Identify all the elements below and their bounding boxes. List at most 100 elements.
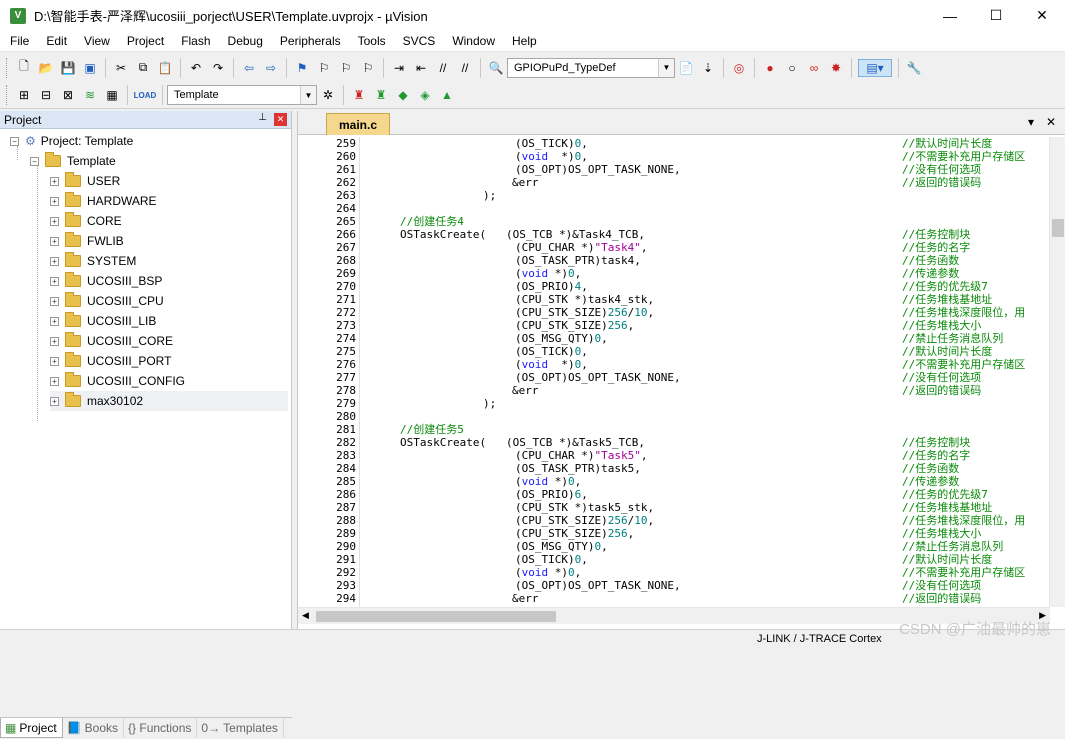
pin-icon[interactable]: ⊥ bbox=[258, 112, 267, 123]
tree-group-ucosiii-core[interactable]: + UCOSIII_CORE bbox=[50, 331, 173, 351]
menu-help[interactable]: Help bbox=[502, 34, 544, 48]
code-line[interactable]: 288 (CPU_STK_SIZE)256/10, //任务堆栈深度限位，用 bbox=[300, 514, 1048, 527]
uncomment-icon[interactable]: // bbox=[456, 59, 474, 77]
redo-icon[interactable]: ↷ bbox=[209, 59, 227, 77]
expand-icon[interactable]: + bbox=[50, 196, 59, 206]
code-line[interactable]: 286 (OS_PRIO)6, //任务的优先级7 bbox=[300, 488, 1048, 501]
code-line[interactable]: 266 OSTaskCreate( (OS_TCB *)&Task4_TCB, //… bbox=[300, 228, 1048, 241]
code-line[interactable]: 276 (void *)0, //不需要补充用户存储区 bbox=[300, 358, 1048, 371]
code-line[interactable]: 267 (CPU_CHAR *)"Task4", //任务的名字 bbox=[300, 241, 1048, 254]
expand-icon[interactable]: + bbox=[50, 336, 59, 346]
minimize-button[interactable]: — bbox=[927, 0, 973, 31]
scroll-left-icon[interactable]: ◀ bbox=[302, 610, 309, 621]
code-line[interactable]: 263); bbox=[300, 189, 1048, 202]
expand-icon[interactable]: + bbox=[50, 216, 59, 226]
tree-group-ucosiii-config[interactable]: + UCOSIII_CONFIG bbox=[50, 371, 185, 391]
new-file-icon[interactable]: 🗋 bbox=[15, 59, 33, 77]
target-combo[interactable]: Template ▼ bbox=[167, 85, 317, 105]
code-line[interactable]: 278 &err //返回的错误码 bbox=[300, 384, 1048, 397]
find-icon[interactable]: 📄 bbox=[677, 59, 695, 77]
maximize-button[interactable]: ☐ bbox=[973, 0, 1019, 31]
menu-tools[interactable]: Tools bbox=[348, 34, 393, 48]
code-line[interactable]: 273 (CPU_STK_SIZE)256, //任务堆栈大小 bbox=[300, 319, 1048, 332]
code-line[interactable]: 291 (OS_TICK)0, //默认时间片长度 bbox=[300, 553, 1048, 566]
save-all-icon[interactable]: ▣ bbox=[81, 59, 99, 77]
open-file-icon[interactable]: 📂 bbox=[37, 59, 55, 77]
configure-icon[interactable]: 🔧 bbox=[905, 59, 923, 77]
disable-all-breakpoints-icon[interactable]: ∞ bbox=[805, 59, 823, 77]
vertical-scrollbar[interactable] bbox=[1049, 137, 1065, 607]
vertical-scroll-thumb[interactable] bbox=[1052, 219, 1064, 237]
target-options-icon[interactable]: ✲ bbox=[319, 86, 337, 104]
code-line[interactable]: 285 (void *)0, //传递参数 bbox=[300, 475, 1048, 488]
menu-window[interactable]: Window bbox=[442, 34, 502, 48]
expand-icon[interactable]: + bbox=[50, 296, 59, 306]
tree-group-hardware[interactable]: + HARDWARE bbox=[50, 191, 157, 211]
navigate-back-icon[interactable]: ⇦ bbox=[240, 59, 258, 77]
code-line[interactable]: 268 (OS_TASK_PTR)task4, //任务函数 bbox=[300, 254, 1048, 267]
code-line[interactable]: 259 (OS_TICK)0, //默认时间片长度 bbox=[300, 137, 1048, 150]
collapse-icon[interactable]: − bbox=[10, 136, 19, 146]
expand-icon[interactable]: + bbox=[50, 316, 59, 326]
code-line[interactable]: 260 (void *)0, //不需要补充用户存储区 bbox=[300, 150, 1048, 163]
code-line[interactable]: 282 OSTaskCreate( (OS_TCB *)&Task5_TCB, //… bbox=[300, 436, 1048, 449]
toolbar-grip[interactable] bbox=[6, 85, 9, 105]
tree-group-ucosiii-lib[interactable]: + UCOSIII_LIB bbox=[50, 311, 156, 331]
next-bookmark-icon[interactable]: ⚐ bbox=[337, 59, 355, 77]
tab-templates[interactable]: 0→ Templates bbox=[197, 718, 284, 738]
pack-installer-icon[interactable]: ◆ bbox=[394, 86, 412, 104]
expand-icon[interactable]: + bbox=[50, 276, 59, 286]
copy-icon[interactable]: ⧉ bbox=[134, 59, 152, 77]
unindent-icon[interactable]: ⇤ bbox=[412, 59, 430, 77]
expand-icon[interactable]: + bbox=[50, 176, 59, 186]
tree-group-fwlib[interactable]: + FWLIB bbox=[50, 231, 124, 251]
tree-group-user[interactable]: + USER bbox=[50, 171, 120, 191]
menu-project[interactable]: Project bbox=[117, 34, 171, 48]
kill-all-breakpoints-icon[interactable]: ✸ bbox=[827, 59, 845, 77]
tree-group-ucosiii-bsp[interactable]: + UCOSIII_BSP bbox=[50, 271, 162, 291]
translate-icon[interactable]: ⊞ bbox=[15, 86, 33, 104]
navigate-forward-icon[interactable]: ⇨ bbox=[262, 59, 280, 77]
clear-bookmarks-icon[interactable]: ⚐ bbox=[359, 59, 377, 77]
code-line[interactable]: 270 (OS_PRIO)4, //任务的优先级7 bbox=[300, 280, 1048, 293]
code-line[interactable]: 262 &err //返回的错误码 bbox=[300, 176, 1048, 189]
tree-group-core[interactable]: + CORE bbox=[50, 211, 122, 231]
save-icon[interactable]: 💾 bbox=[59, 59, 77, 77]
paste-icon[interactable]: 📋 bbox=[156, 59, 174, 77]
menu-edit[interactable]: Edit bbox=[36, 34, 74, 48]
tree-group-ucosiii-cpu[interactable]: + UCOSIII_CPU bbox=[50, 291, 164, 311]
rebuild-icon[interactable]: ⊠ bbox=[59, 86, 77, 104]
load-download-icon[interactable]: LOAD bbox=[134, 86, 157, 104]
chevron-down-icon[interactable]: ▼ bbox=[658, 58, 674, 77]
build-icon[interactable]: ⊟ bbox=[37, 86, 55, 104]
batch-build-icon[interactable]: ≋ bbox=[81, 86, 99, 104]
menu-file[interactable]: File bbox=[0, 34, 36, 48]
code-line[interactable]: 277 (OS_OPT)OS_OPT_TASK_NONE, //没有任何选项 bbox=[300, 371, 1048, 384]
menu-svcs[interactable]: SVCS bbox=[393, 34, 443, 48]
tree-group-system[interactable]: + SYSTEM bbox=[50, 251, 136, 271]
menu-flash[interactable]: Flash bbox=[171, 34, 217, 48]
code-line[interactable]: 293 (OS_OPT)OS_OPT_TASK_NONE, //没有任何选项 bbox=[300, 579, 1048, 592]
expand-icon[interactable]: + bbox=[50, 256, 59, 266]
select-packs-icon[interactable]: ♜ bbox=[372, 86, 390, 104]
code-line[interactable]: 261 (OS_OPT)OS_OPT_TASK_NONE, //没有任何选项 bbox=[300, 163, 1048, 176]
close-icon[interactable]: ✕ bbox=[274, 113, 287, 126]
code-line[interactable]: 281 //创建任务5 bbox=[300, 423, 1048, 436]
code-line[interactable]: 284 (OS_TASK_PTR)task5, //任务函数 bbox=[300, 462, 1048, 475]
debug-session-icon[interactable]: ◎ bbox=[730, 59, 748, 77]
horizontal-scroll-thumb[interactable] bbox=[316, 611, 556, 622]
toolbar-grip[interactable] bbox=[6, 57, 9, 78]
code-line[interactable]: 275 (OS_TICK)0, //默认时间片长度 bbox=[300, 345, 1048, 358]
tab-project[interactable]: ▦ Project bbox=[0, 718, 63, 738]
code-line[interactable]: 274 (OS_MSG_QTY)0, //禁止任务消息队列 bbox=[300, 332, 1048, 345]
code-line[interactable]: 290 (OS_MSG_QTY)0, //禁止任务消息队列 bbox=[300, 540, 1048, 553]
code-line[interactable]: 264 bbox=[300, 202, 1048, 215]
tab-list-icon[interactable]: ▾ bbox=[1028, 115, 1034, 129]
bookmark-icon[interactable]: ⚑ bbox=[293, 59, 311, 77]
chevron-down-icon[interactable]: ▼ bbox=[300, 86, 316, 104]
window-layout-icon[interactable]: ▤▾ bbox=[858, 58, 892, 77]
code-line[interactable]: 269 (void *)0, //传递参数 bbox=[300, 267, 1048, 280]
expand-icon[interactable]: + bbox=[50, 236, 59, 246]
comment-icon[interactable]: // bbox=[434, 59, 452, 77]
software-packs-icon[interactable]: ▲ bbox=[438, 86, 456, 104]
